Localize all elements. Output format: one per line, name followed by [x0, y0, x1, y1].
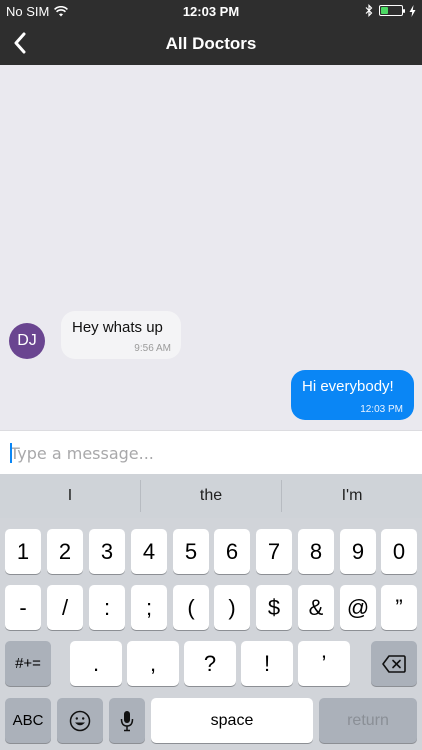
incoming-message-time: 9:56 AM	[134, 343, 171, 354]
chat-area[interactable]: DJ Hey whats up 9:56 AM Hi everybody! 12…	[0, 65, 422, 430]
incoming-message-bubble[interactable]: Hey whats up 9:56 AM	[61, 311, 181, 359]
top-bar: No SIM 12:03 PM All Doctors	[0, 0, 422, 65]
key-dollar[interactable]: $	[256, 585, 292, 630]
backspace-icon	[382, 654, 406, 673]
key-abc[interactable]: ABC	[5, 698, 51, 743]
battery-icon	[379, 5, 405, 16]
key-5[interactable]: 5	[173, 529, 209, 574]
outgoing-message-bubble[interactable]: Hi everybody! 12:03 PM	[291, 370, 414, 420]
suggestion-bar: I the I'm	[0, 474, 422, 518]
key-period[interactable]: .	[70, 641, 122, 686]
dictation-key[interactable]	[109, 698, 145, 743]
bluetooth-icon	[365, 4, 373, 17]
charging-icon	[409, 4, 416, 17]
key-question[interactable]: ?	[184, 641, 236, 686]
emoji-icon	[69, 710, 91, 731]
key-4[interactable]: 4	[131, 529, 167, 574]
emoji-key[interactable]	[57, 698, 103, 743]
key-3[interactable]: 3	[89, 529, 125, 574]
page-title: All Doctors	[165, 34, 257, 53]
key-close-paren[interactable]: )	[214, 585, 250, 630]
key-6[interactable]: 6	[214, 529, 250, 574]
message-composer	[0, 430, 422, 474]
key-comma[interactable]: ,	[127, 641, 179, 686]
message-input[interactable]	[10, 439, 410, 467]
key-hyphen[interactable]: -	[5, 585, 41, 630]
key-1[interactable]: 1	[5, 529, 41, 574]
key-semicolon[interactable]: ;	[131, 585, 167, 630]
key-7[interactable]: 7	[256, 529, 292, 574]
key-colon[interactable]: :	[89, 585, 125, 630]
key-exclamation[interactable]: !	[241, 641, 293, 686]
key-more-symbols[interactable]: #+=	[5, 641, 51, 686]
text-caret	[10, 443, 12, 463]
key-9[interactable]: 9	[340, 529, 376, 574]
outgoing-message-time: 12:03 PM	[360, 404, 403, 415]
key-0[interactable]: 0	[381, 529, 417, 574]
avatar[interactable]: DJ	[9, 323, 45, 359]
suggestion-item[interactable]: I	[0, 474, 140, 518]
battery-level	[381, 7, 388, 14]
key-quote[interactable]: ”	[381, 585, 417, 630]
nav-bar: All Doctors	[0, 22, 422, 65]
space-key[interactable]: space	[151, 698, 313, 743]
microphone-icon	[120, 710, 134, 731]
keyboard: I the I'm 1 2 3 4 5 6 7 8 9 0 - / : ; ( …	[0, 474, 422, 750]
key-ampersand[interactable]: &	[298, 585, 334, 630]
suggestion-item[interactable]: I'm	[282, 474, 422, 518]
key-apostrophe[interactable]: ’	[298, 641, 350, 686]
suggestion-item[interactable]: the	[141, 474, 281, 518]
incoming-message-text: Hey whats up	[72, 319, 163, 336]
status-time: 12:03 PM	[182, 4, 240, 19]
key-open-paren[interactable]: (	[173, 585, 209, 630]
key-slash[interactable]: /	[47, 585, 83, 630]
backspace-key[interactable]	[371, 641, 417, 686]
key-2[interactable]: 2	[47, 529, 83, 574]
status-right	[365, 4, 416, 17]
key-at[interactable]: @	[340, 585, 376, 630]
return-key[interactable]: return	[319, 698, 417, 743]
outgoing-message-text: Hi everybody!	[302, 378, 394, 395]
status-bar: No SIM 12:03 PM	[0, 0, 422, 22]
key-8[interactable]: 8	[298, 529, 334, 574]
